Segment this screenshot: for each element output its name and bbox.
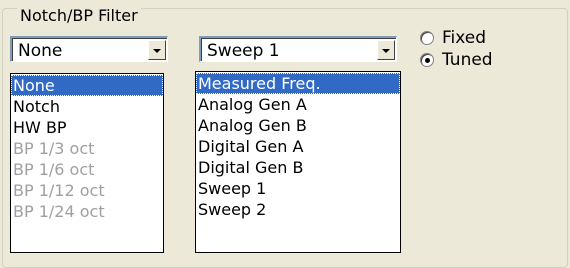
list-item-bp-1-12-oct: BP 1/12 oct bbox=[13, 181, 105, 200]
tuning-source-value: Sweep 1 bbox=[207, 41, 280, 61]
list-item-analog-gen-a[interactable]: Analog Gen A bbox=[196, 94, 400, 115]
list-item-hw-bp[interactable]: HW BP bbox=[11, 117, 163, 138]
filter-type-combobox[interactable]: None bbox=[10, 36, 168, 62]
radio-fixed-label: Fixed bbox=[442, 28, 487, 48]
radio-circle[interactable] bbox=[420, 31, 434, 45]
tuning-source-dropdown-list[interactable]: Measured Freq. Analog Gen A Analog Gen B… bbox=[195, 71, 401, 253]
radio-fixed[interactable]: Fixed bbox=[420, 28, 560, 50]
tuning-source-combobox[interactable]: Sweep 1 bbox=[199, 36, 397, 62]
list-item-measured-freq[interactable]: Measured Freq. bbox=[196, 73, 400, 94]
filter-type-value: None bbox=[18, 41, 63, 61]
list-item-bp-1-6-oct: BP 1/6 oct bbox=[13, 160, 95, 179]
list-item-none[interactable]: None bbox=[11, 75, 163, 96]
list-item-bp-1-24-oct: BP 1/24 oct bbox=[13, 202, 105, 221]
radio-circle[interactable] bbox=[420, 53, 434, 67]
tuning-source-dropdown-button[interactable] bbox=[377, 40, 395, 60]
groupbox-title: Notch/BP Filter bbox=[17, 7, 141, 25]
chevron-down-icon bbox=[382, 49, 390, 53]
radio-tuned[interactable]: Tuned bbox=[420, 50, 560, 72]
filter-type-dropdown-button[interactable] bbox=[148, 40, 166, 60]
list-item-digital-gen-b[interactable]: Digital Gen B bbox=[196, 157, 400, 178]
filter-type-dropdown-list[interactable]: None Notch HW BP BP 1/3 oct BP 1/6 oct B… bbox=[10, 73, 164, 253]
chevron-down-icon bbox=[153, 49, 161, 53]
list-item-notch[interactable]: Notch bbox=[11, 96, 163, 117]
list-item-digital-gen-a[interactable]: Digital Gen A bbox=[196, 136, 400, 157]
list-item-analog-gen-b[interactable]: Analog Gen B bbox=[196, 115, 400, 136]
list-item-sweep-1[interactable]: Sweep 1 bbox=[196, 178, 400, 199]
list-item-sweep-2[interactable]: Sweep 2 bbox=[196, 199, 400, 220]
radio-tuned-label: Tuned bbox=[442, 50, 493, 70]
list-item-bp-1-3-oct: BP 1/3 oct bbox=[13, 139, 95, 158]
radio-checked-dot bbox=[425, 58, 430, 63]
